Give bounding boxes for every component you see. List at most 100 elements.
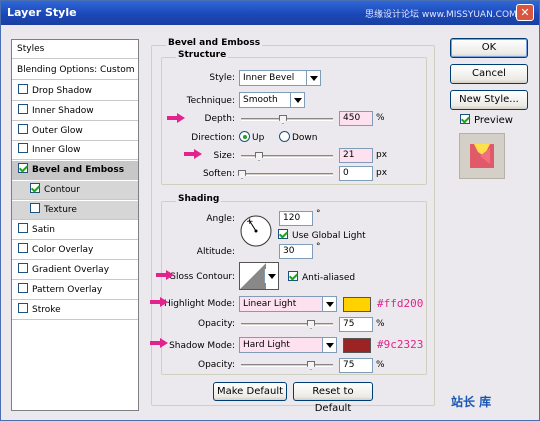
inner-shadow-checkbox[interactable] bbox=[18, 104, 28, 114]
close-button[interactable]: ✕ bbox=[516, 4, 534, 21]
altitude-label: Altitude: bbox=[196, 247, 235, 257]
up-radio[interactable] bbox=[239, 131, 250, 142]
list-item-label: Satin bbox=[32, 225, 55, 235]
soften-input[interactable]: 0 bbox=[339, 166, 373, 181]
shadow-opacity-slider[interactable] bbox=[241, 361, 333, 370]
reset-default-button[interactable]: Reset to Default bbox=[293, 382, 373, 414]
list-item-texture[interactable]: Texture bbox=[12, 201, 138, 220]
list-item-pattern-overlay[interactable]: Pattern Overlay bbox=[12, 281, 138, 300]
gradient-overlay-checkbox[interactable] bbox=[18, 263, 28, 273]
shadow-mode-label: Shadow Mode: bbox=[169, 341, 235, 351]
list-item-color-overlay[interactable]: Color Overlay bbox=[12, 241, 138, 260]
soften-label: Soften: bbox=[202, 169, 235, 179]
down-radio[interactable] bbox=[279, 131, 290, 142]
styles-list: Styles Blending Options: Custom Drop Sha… bbox=[11, 39, 139, 411]
technique-select[interactable]: Smooth bbox=[239, 92, 305, 108]
shadow-mode-select[interactable]: Hard Light bbox=[239, 337, 337, 353]
list-item-bevel-emboss[interactable]: Bevel and Emboss bbox=[12, 161, 138, 180]
title-bar: Layer Style 思缘设计论坛 www.MISSYUAN.COM ✕ bbox=[1, 1, 539, 25]
altitude-unit: ° bbox=[316, 242, 321, 252]
angle-dial[interactable]: + bbox=[239, 214, 273, 248]
new-style-button[interactable]: New Style... bbox=[450, 90, 528, 110]
pink-arrow-icon bbox=[150, 297, 168, 307]
highlight-opacity-unit: % bbox=[376, 319, 385, 329]
anti-aliased-checkbox[interactable] bbox=[288, 271, 298, 281]
contour-checkbox[interactable] bbox=[30, 183, 40, 193]
preview-thumbnail bbox=[459, 133, 505, 179]
pattern-overlay-checkbox[interactable] bbox=[18, 283, 28, 293]
satin-checkbox[interactable] bbox=[18, 223, 28, 233]
list-item-styles[interactable]: Styles bbox=[12, 40, 138, 59]
outer-glow-checkbox[interactable] bbox=[18, 124, 28, 134]
altitude-input[interactable]: 30 bbox=[279, 244, 313, 259]
color-overlay-checkbox[interactable] bbox=[18, 243, 28, 253]
list-item-label: Bevel and Emboss bbox=[32, 165, 125, 175]
global-light-option[interactable]: Use Global Light bbox=[278, 229, 366, 241]
list-item-outer-glow[interactable]: Outer Glow bbox=[12, 122, 138, 141]
chevron-down-icon bbox=[264, 269, 278, 283]
list-item-gradient-overlay[interactable]: Gradient Overlay bbox=[12, 261, 138, 280]
shadow-mode-value: Hard Light bbox=[243, 340, 290, 350]
watermark-text: 思缘设计论坛 www.MISSYUAN.COM bbox=[365, 10, 517, 20]
direction-up-option[interactable]: Up bbox=[239, 131, 264, 143]
gloss-contour-picker[interactable] bbox=[239, 262, 279, 290]
list-item-label: Gradient Overlay bbox=[32, 265, 110, 275]
list-item-label: Pattern Overlay bbox=[32, 285, 103, 295]
direction-down-option[interactable]: Down bbox=[279, 131, 318, 143]
preview-checkbox[interactable] bbox=[460, 114, 470, 124]
drop-shadow-checkbox[interactable] bbox=[18, 84, 28, 94]
stroke-checkbox[interactable] bbox=[18, 303, 28, 313]
depth-slider[interactable] bbox=[241, 115, 333, 124]
structure-title: Structure bbox=[176, 50, 229, 60]
preview-option[interactable]: Preview bbox=[460, 114, 513, 126]
list-item-contour[interactable]: Contour bbox=[12, 181, 138, 200]
inner-glow-checkbox[interactable] bbox=[18, 143, 28, 153]
depth-unit: % bbox=[376, 113, 385, 123]
chevron-down-icon bbox=[322, 338, 336, 352]
make-default-button[interactable]: Make Default bbox=[213, 382, 287, 401]
bevel-emboss-checkbox[interactable] bbox=[18, 163, 28, 173]
depth-input[interactable]: 450 bbox=[339, 111, 373, 126]
chevron-down-icon bbox=[290, 93, 304, 107]
list-item-inner-shadow[interactable]: Inner Shadow bbox=[12, 102, 138, 121]
layer-style-dialog: Layer Style 思缘设计论坛 www.MISSYUAN.COM ✕ St… bbox=[0, 0, 540, 421]
pink-arrow-icon bbox=[156, 270, 174, 280]
anti-aliased-option[interactable]: Anti-aliased bbox=[288, 271, 355, 283]
shadow-color-swatch[interactable] bbox=[343, 338, 371, 353]
style-select[interactable]: Inner Bevel bbox=[239, 70, 321, 86]
site-logo-text: 站长 库 bbox=[451, 395, 492, 409]
technique-value: Smooth bbox=[243, 95, 278, 105]
soften-slider[interactable] bbox=[238, 170, 333, 179]
list-item-blending-options[interactable]: Blending Options: Custom bbox=[12, 61, 138, 80]
texture-checkbox[interactable] bbox=[30, 203, 40, 213]
list-item-label: Contour bbox=[44, 185, 80, 195]
highlight-mode-select[interactable]: Linear Light bbox=[239, 296, 337, 312]
size-input[interactable]: 21 bbox=[339, 148, 373, 163]
global-light-checkbox[interactable] bbox=[278, 229, 288, 239]
list-item-label: Color Overlay bbox=[32, 245, 94, 255]
highlight-color-swatch[interactable] bbox=[343, 297, 371, 312]
window-title: Layer Style bbox=[7, 6, 77, 19]
list-item-inner-glow[interactable]: Inner Glow bbox=[12, 141, 138, 160]
list-item-label: Blending Options: Custom bbox=[17, 65, 135, 75]
highlight-opacity-slider[interactable] bbox=[241, 320, 333, 329]
angle-input[interactable]: 120 bbox=[279, 211, 313, 226]
highlight-hex-label: #ffd200 bbox=[377, 297, 424, 310]
size-unit: px bbox=[376, 150, 388, 160]
list-item-label: Inner Glow bbox=[32, 145, 81, 155]
shadow-opacity-input[interactable]: 75 bbox=[339, 358, 373, 373]
list-item-drop-shadow[interactable]: Drop Shadow bbox=[12, 82, 138, 101]
anti-aliased-label: Anti-aliased bbox=[302, 273, 356, 283]
list-item-label: Styles bbox=[17, 44, 45, 54]
list-item-stroke[interactable]: Stroke bbox=[12, 301, 138, 320]
style-value: Inner Bevel bbox=[243, 73, 295, 83]
list-item-satin[interactable]: Satin bbox=[12, 221, 138, 240]
highlight-opacity-input[interactable]: 75 bbox=[339, 317, 373, 332]
list-item-label: Texture bbox=[44, 205, 77, 215]
size-slider[interactable] bbox=[241, 152, 333, 161]
shading-title: Shading bbox=[176, 194, 222, 204]
ok-button[interactable]: OK bbox=[450, 38, 528, 58]
cancel-button[interactable]: Cancel bbox=[450, 64, 528, 84]
contour-preview-icon bbox=[240, 263, 266, 289]
pink-arrow-icon bbox=[167, 113, 185, 123]
